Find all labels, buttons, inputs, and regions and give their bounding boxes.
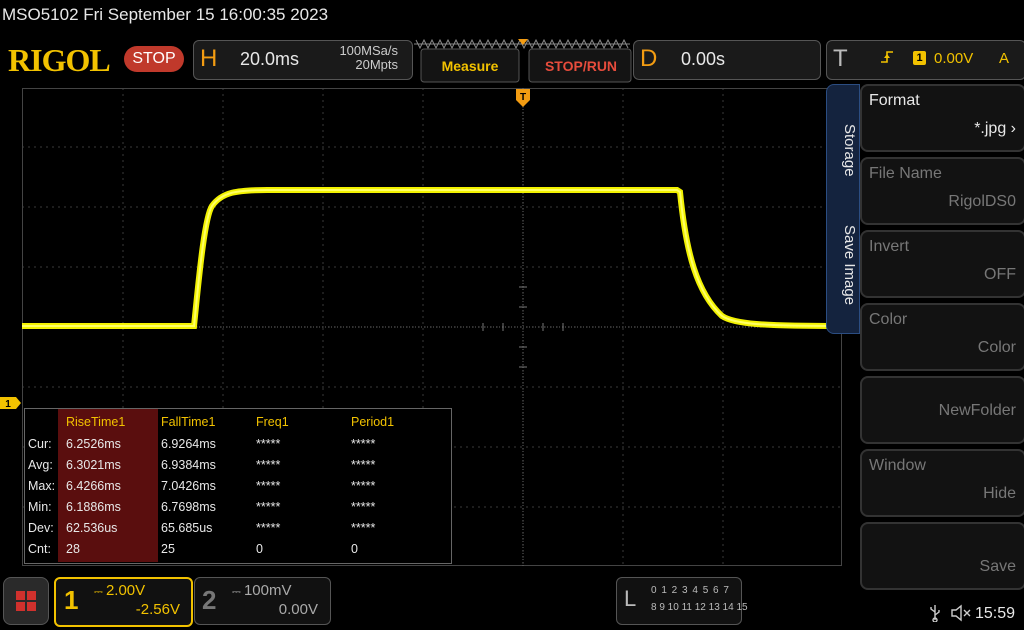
ch1-scale: ⎓ 2.00V [94,582,146,599]
cell: ***** [256,479,281,493]
horizontal-letter: H [200,45,218,72]
rigol-logo: RIGOL [8,42,111,78]
window-button[interactable]: Window Hide [860,449,1024,517]
cell: 6.7698ms [161,500,216,514]
header-falltime: FallTime1 [161,415,216,429]
cell: 6.2526ms [66,437,121,451]
memory-depth: 20Mpts [355,57,398,72]
color-button[interactable]: Color Color [860,303,1024,371]
speaker-muted-icon[interactable] [950,604,972,627]
file-name-button[interactable]: File Name RigolDS0 [860,157,1024,225]
main-menu-button[interactable] [3,577,49,625]
cell: 25 [161,542,175,556]
save-button[interactable]: Save [860,522,1024,590]
dc-coupling-icon: ⎓ [232,586,241,598]
cell: ***** [351,458,376,472]
ch2-scale: ⎓ 100mV [232,582,292,599]
window-label: Window [869,457,926,474]
cell: ***** [351,479,376,493]
cell: 6.1886ms [66,500,121,514]
cell: 7.0426ms [161,479,216,493]
cell: ***** [256,458,281,472]
cell: 28 [66,542,80,556]
trigger-mode: A [999,50,1010,67]
usb-icon [928,604,942,627]
logic-channels-row2: 8 9 10 11 12 13 14 15 [651,602,748,613]
window-value: Hide [983,485,1016,502]
delay-panel[interactable] [633,40,821,80]
cell: 6.9384ms [161,458,216,472]
run-state-badge[interactable]: STOP [124,46,184,72]
cell: ***** [351,500,376,514]
color-value: Color [977,339,1016,356]
header-risetime: RiseTime1 [66,415,126,429]
ch1-trace [22,187,842,329]
cell: ***** [256,437,281,451]
trigger-channel-badge: 1 [913,51,926,65]
timebase-value: 20.0ms [240,49,300,69]
invert-value: OFF [984,266,1016,283]
ch2-offset: 0.00V [278,601,318,618]
ch1-number: 1 [64,585,79,615]
row-label-dev: Dev: [28,521,54,535]
header-period: Period1 [351,415,395,429]
ch2-number: 2 [202,585,217,615]
measure-button[interactable]: Measure [427,52,513,80]
logic-channels-row1: 0 1 2 3 4 5 6 7 [651,585,730,596]
chevron-right-icon: › [1006,120,1016,137]
row-label-avg: Avg: [28,458,53,472]
cell: ***** [256,521,281,535]
tab-save-image[interactable]: Save Image [826,210,858,320]
trigger-edge-icon [880,49,894,70]
dc-coupling-icon: ⎓ [94,586,103,598]
svg-text:T: T [520,92,526,103]
file-name-value: RigolDS0 [948,193,1016,210]
cell: 0 [351,542,358,556]
svg-text:1: 1 [5,399,11,410]
new-folder-button[interactable]: NewFolder [860,376,1024,444]
cell: 65.685us [161,521,213,535]
trigger-time-marker[interactable]: T [515,88,531,108]
cell: 62.536us [66,521,118,535]
delay-letter: D [640,45,658,72]
row-label-max: Max: [28,479,56,493]
row-label-cur: Cur: [28,437,52,451]
trigger-level: 0.00V [934,50,974,67]
header-freq: Freq1 [256,415,289,429]
sample-rate: 100MSa/s [339,43,398,58]
file-name-label: File Name [869,165,942,182]
invert-button[interactable]: Invert OFF [860,230,1024,298]
stop-run-button[interactable]: STOP/RUN [532,52,630,80]
save-label: Save [979,558,1016,575]
measurement-table-content: RiseTime1 FallTime1 Freq1 Period1 Cur: 6… [24,408,450,562]
ch1-offset: -2.56V [135,601,180,618]
cell: 0 [256,542,263,556]
delay-value: 0.00s [681,49,726,69]
format-label: Format [869,92,920,109]
format-value: *.jpg › [974,120,1016,137]
window-title: MSO5102 Fri September 15 16:00:35 2023 [2,5,329,24]
row-label-min: Min: [28,500,52,514]
tab-storage[interactable]: Storage [826,108,858,192]
clock: 15:59 [975,605,1016,622]
new-folder-label: NewFolder [938,402,1016,419]
row-label-cnt: Cnt: [28,542,51,556]
logic-letter: L [624,586,637,611]
cell: ***** [256,500,281,514]
invert-label: Invert [869,238,910,255]
ch1-ground-marker[interactable]: 1 [0,396,22,410]
cell: 6.3021ms [66,458,121,472]
trigger-letter: T [833,45,848,72]
cell: 6.9264ms [161,437,216,451]
cell: ***** [351,437,376,451]
cell: 6.4266ms [66,479,121,493]
color-label: Color [869,311,908,328]
cell: ***** [351,521,376,535]
format-button[interactable]: Format *.jpg › [860,84,1024,152]
grid-menu-icon [16,591,36,611]
